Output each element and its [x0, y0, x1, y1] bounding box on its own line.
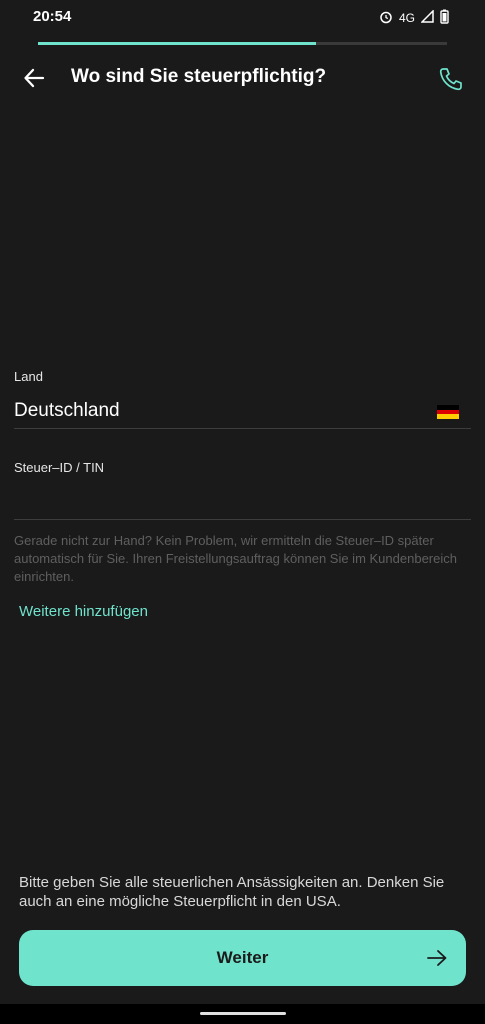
- status-icons: 4G: [379, 9, 449, 27]
- country-label: Land: [14, 369, 43, 384]
- tax-id-hint: Gerade nicht zur Hand? Kein Problem, wir…: [14, 533, 457, 584]
- continue-button-label: Weiter: [216, 948, 269, 967]
- phone-button[interactable]: [436, 64, 466, 94]
- back-button[interactable]: [20, 64, 48, 92]
- phone-icon: [439, 68, 462, 91]
- tax-id-input[interactable]: [14, 482, 471, 518]
- progress-bar: [38, 42, 447, 45]
- german-flag-icon: [437, 405, 459, 420]
- tax-id-underline: [14, 519, 471, 520]
- arrow-left-icon: [24, 68, 45, 88]
- battery-icon: [440, 9, 449, 27]
- arrow-right-icon: [427, 950, 447, 966]
- progress-fill: [38, 42, 317, 45]
- residency-note: Bitte geben Sie alle steuerlichen Ansäss…: [19, 874, 445, 910]
- page-title: Wo sind Sie steuerpflichtig?: [71, 66, 327, 87]
- alarm-icon: [379, 10, 393, 27]
- signal-icon: [420, 9, 434, 26]
- home-indicator[interactable]: [200, 1012, 286, 1015]
- tax-id-label: Steuer–ID / TIN: [14, 460, 105, 475]
- add-more-link[interactable]: Weitere hinzufügen: [19, 603, 148, 620]
- status-time: 20:54: [33, 8, 72, 25]
- network-type: 4G: [398, 11, 415, 25]
- continue-button[interactable]: Weiter: [19, 930, 466, 986]
- country-select[interactable]: Deutschland: [14, 400, 120, 422]
- country-underline: [14, 428, 471, 429]
